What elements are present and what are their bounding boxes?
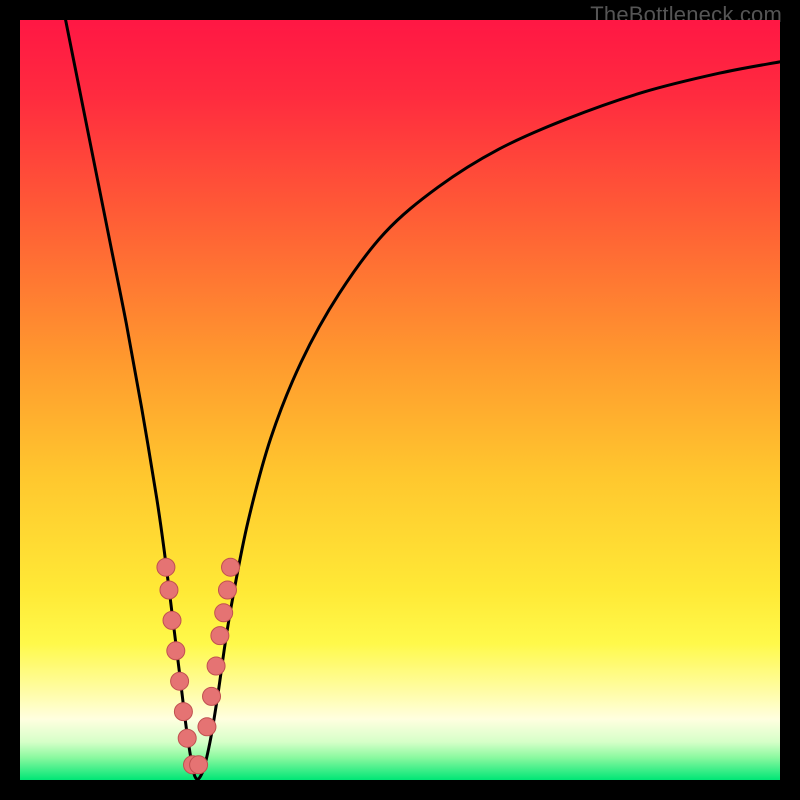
plot-area bbox=[20, 20, 780, 780]
outer-frame: TheBottleneck.com bbox=[0, 0, 800, 800]
marker-dot bbox=[171, 672, 189, 690]
marker-dot bbox=[207, 657, 225, 675]
marker-dot bbox=[218, 581, 236, 599]
marker-dot bbox=[174, 703, 192, 721]
marker-dot bbox=[160, 581, 178, 599]
marker-dot bbox=[211, 627, 229, 645]
gradient-background bbox=[20, 20, 780, 780]
marker-dot bbox=[163, 611, 181, 629]
marker-dot bbox=[178, 729, 196, 747]
marker-dot bbox=[157, 558, 175, 576]
marker-dot bbox=[198, 718, 216, 736]
marker-dot bbox=[222, 558, 240, 576]
marker-dot bbox=[203, 687, 221, 705]
marker-dot bbox=[167, 642, 185, 660]
marker-dot bbox=[215, 604, 233, 622]
chart-svg bbox=[20, 20, 780, 780]
marker-dot bbox=[190, 756, 208, 774]
